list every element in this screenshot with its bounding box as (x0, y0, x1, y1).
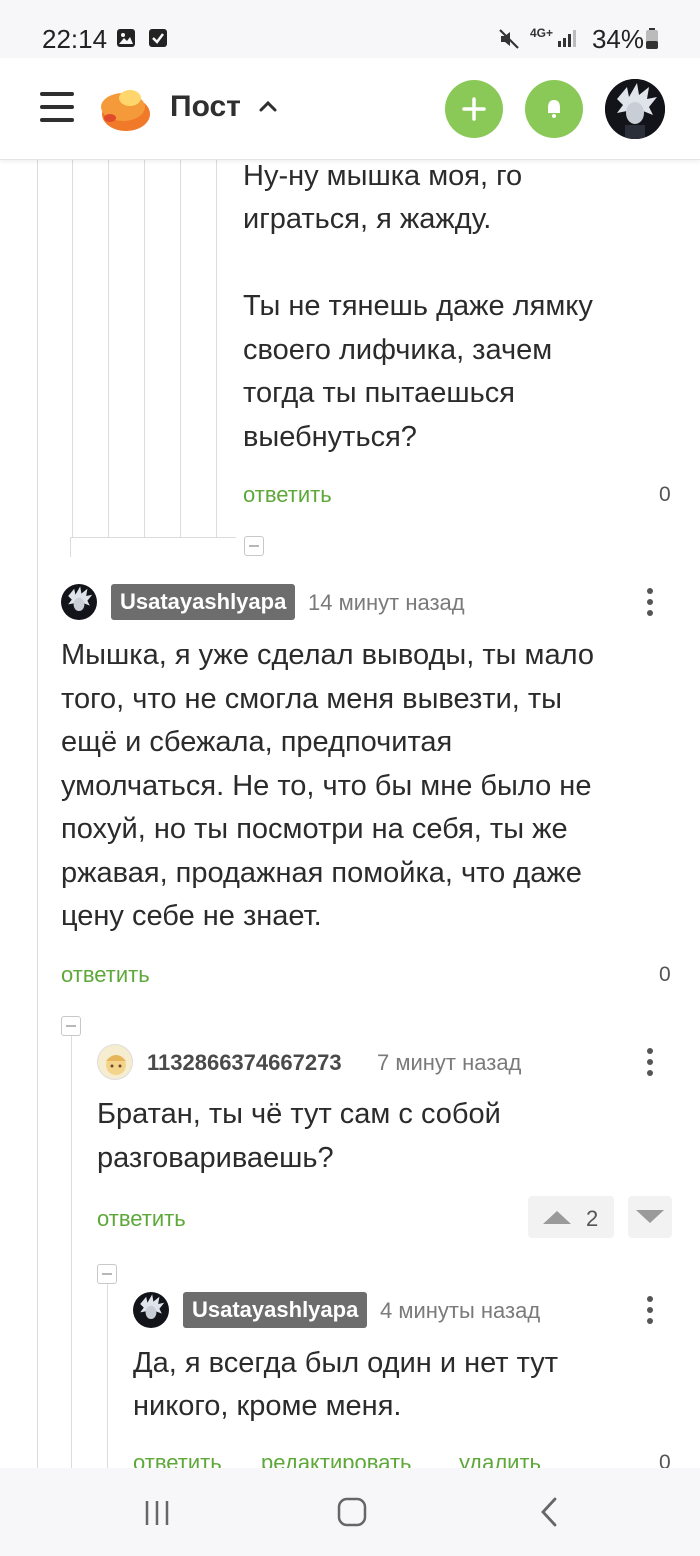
more-options-icon[interactable] (647, 1296, 655, 1324)
menu-icon[interactable] (40, 92, 74, 122)
comment-rating: 0 (659, 1451, 671, 1468)
app-header: Пост (0, 58, 700, 160)
comment-time: 7 минут назад (377, 1050, 522, 1075)
page-title[interactable]: Пост (170, 90, 241, 124)
comment-time: 4 минуты назад (380, 1298, 541, 1323)
bell-icon (548, 100, 560, 118)
notifications-button[interactable] (525, 80, 583, 138)
comment-rating: 0 (659, 483, 671, 506)
comment-line: похуй, но ты посмотри на себя, ты же (61, 813, 568, 845)
back-icon[interactable] (538, 1496, 560, 1528)
comments-list: Ну-ну мышка моя, го играться, я жажду. Т… (0, 160, 700, 1468)
recent-apps-icon[interactable] (142, 1498, 172, 1528)
author-name[interactable]: 1132866374667273 (147, 1050, 342, 1076)
collapse-thread-button[interactable] (61, 1016, 81, 1036)
comment-line: никого, кроме меня. (133, 1390, 402, 1422)
battery-icon (646, 28, 658, 49)
network-type: 4G+ (530, 26, 554, 40)
add-icon (462, 97, 486, 121)
gallery-icon (117, 29, 135, 47)
collapse-thread-button[interactable] (97, 1264, 117, 1284)
mute-icon (499, 29, 519, 49)
comment-rating: 0 (659, 963, 671, 986)
system-nav-bar (0, 1468, 700, 1556)
author-name[interactable]: Usatayashlyapa (183, 1292, 368, 1328)
author-name[interactable]: Usatayashlyapa (111, 584, 296, 620)
edit-link[interactable]: редактировать (261, 1450, 412, 1468)
chevron-up-icon[interactable] (258, 98, 278, 114)
battery-percent: 34% (591, 24, 644, 54)
comment-line: ещё и сбежала, предпочитая (61, 726, 453, 758)
comment-line: Братан, ты чё тут сам с собой (97, 1098, 501, 1130)
user-avatar[interactable] (605, 79, 665, 139)
reply-link[interactable]: ответить (97, 1206, 186, 1232)
reply-link[interactable]: ответить (133, 1450, 222, 1468)
pikabu-logo[interactable] (100, 84, 152, 132)
reply-link[interactable]: ответить (243, 482, 332, 508)
downvote-button[interactable] (628, 1196, 672, 1238)
signal-icon (558, 30, 576, 47)
status-time: 22:14 (42, 24, 108, 54)
delete-link[interactable]: удалить (459, 1450, 541, 1468)
author-avatar[interactable] (133, 1292, 169, 1328)
more-options-icon[interactable] (647, 1048, 655, 1076)
rating-value: 2 (586, 1206, 599, 1231)
more-options-icon[interactable] (647, 588, 655, 616)
author-avatar[interactable] (61, 584, 97, 620)
comment-line: своего лифчика, зачем (243, 334, 553, 366)
comment-line: Мышка, я уже сделал выводы, ты мало (61, 639, 594, 671)
comment-line: играться, я жажду. (243, 203, 492, 235)
author-avatar[interactable] (97, 1044, 133, 1080)
comment-line: выебнуться? (243, 421, 417, 453)
home-icon[interactable] (336, 1496, 368, 1528)
add-post-button[interactable] (445, 80, 503, 138)
arrow-down-icon (636, 1210, 664, 1223)
comment-line: ржавая, продажная помойка, что даже (61, 857, 582, 889)
comment-line: Ну-ну мышка моя, го (243, 160, 523, 192)
check-icon (149, 29, 167, 47)
comment-line: тогда ты пытаешься (243, 377, 515, 409)
upvote-button[interactable] (528, 1196, 614, 1238)
collapse-thread-button[interactable] (244, 536, 264, 556)
comment-line: того, что не смогла меня вывезти, ты (61, 683, 563, 715)
comment-time: 14 минут назад (308, 590, 465, 615)
arrow-up-icon (543, 1211, 571, 1224)
comment-line: Ты не тянешь даже лямку (243, 290, 593, 322)
comment-line: умолчаться. Не то, что бы мне было не (61, 770, 592, 802)
comment-line: Да, я всегда был один и нет тут (133, 1347, 559, 1379)
status-bar: 22:14 4G+ 34% (0, 0, 700, 58)
comment-line: цену себе не знает. (61, 900, 322, 932)
reply-link[interactable]: ответить (61, 962, 150, 988)
comment-line: разговариваешь? (97, 1142, 334, 1174)
